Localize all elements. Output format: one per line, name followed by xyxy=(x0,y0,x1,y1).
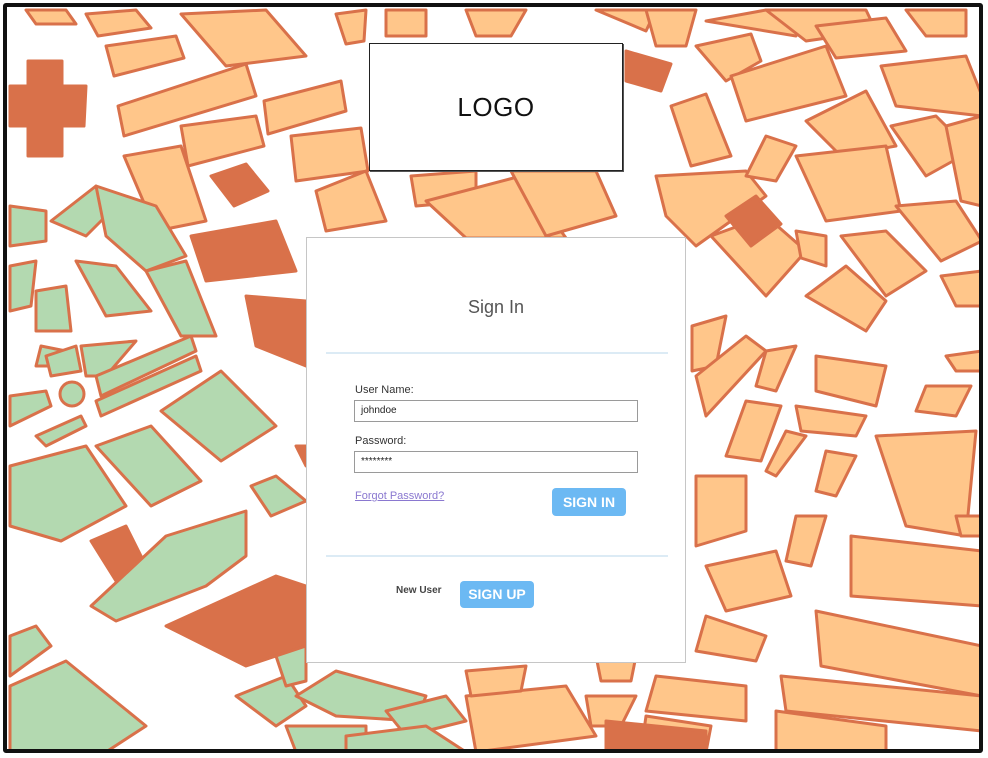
logo-text: LOGO xyxy=(457,91,535,122)
signup-button[interactable]: SIGN UP xyxy=(460,581,534,608)
signin-button[interactable]: SIGN IN xyxy=(552,488,626,516)
top-divider xyxy=(326,352,668,354)
password-input[interactable]: ******** xyxy=(354,451,638,473)
signin-panel: Sign In User Name: johndoe Password: ***… xyxy=(306,237,686,663)
username-input[interactable]: johndoe xyxy=(354,400,638,422)
forgot-password-link[interactable]: Forgot Password? xyxy=(355,490,444,502)
password-label: Password: xyxy=(355,435,407,447)
app-window: LOGO Sign In User Name: johndoe Password… xyxy=(0,0,988,758)
signin-title: Sign In xyxy=(467,297,525,317)
bottom-divider xyxy=(326,555,668,557)
logo-placeholder: LOGO xyxy=(369,43,623,171)
new-user-label: New User xyxy=(396,585,442,596)
username-label: User Name: xyxy=(355,384,414,396)
